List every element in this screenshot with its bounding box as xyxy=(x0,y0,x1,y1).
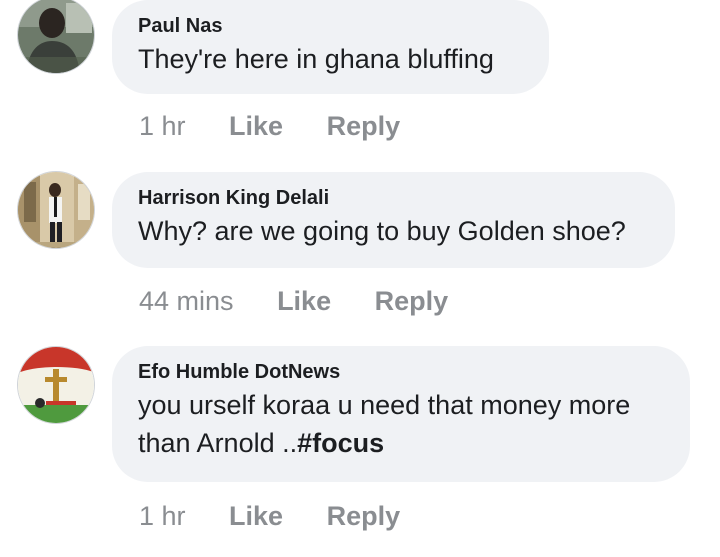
cross-logo-icon xyxy=(18,347,94,423)
person-standing-photo-avatar[interactable] xyxy=(17,171,95,249)
comment-bubble: Paul Nas They're here in ghana bluffing xyxy=(112,0,549,94)
comment-text: They're here in ghana bluffing xyxy=(138,44,494,74)
comment-author[interactable]: Harrison King Delali xyxy=(138,186,649,210)
comment-actions: 44 mins Like Reply xyxy=(139,285,448,317)
person-photo-avatar[interactable] xyxy=(17,0,95,74)
comment-text-line: you urself koraa u need that money more xyxy=(138,390,631,420)
person-photo-icon xyxy=(18,0,94,73)
hashtag-link[interactable]: #focus xyxy=(297,428,384,458)
comment-bubble: Efo Humble DotNews you urself koraa u ne… xyxy=(112,346,690,482)
comment-text-line: than Arnold .. xyxy=(138,428,298,458)
comment-actions: 1 hr Like Reply xyxy=(139,110,400,142)
like-button[interactable]: Like xyxy=(277,285,331,317)
comment-text: you urself koraa u need that money more … xyxy=(138,386,664,462)
comment-author[interactable]: Efo Humble DotNews xyxy=(138,360,664,384)
reply-button[interactable]: Reply xyxy=(327,110,401,142)
comment-bubble: Harrison King Delali Why? are we going t… xyxy=(112,172,675,268)
comment-text: Why? are we going to buy Golden shoe? xyxy=(138,216,626,246)
like-button[interactable]: Like xyxy=(229,110,283,142)
like-button[interactable]: Like xyxy=(229,500,283,532)
comment-time[interactable]: 1 hr xyxy=(139,500,186,532)
reply-button[interactable]: Reply xyxy=(327,500,401,532)
person-standing-photo-icon xyxy=(18,172,94,248)
comment-time[interactable]: 44 mins xyxy=(139,285,234,317)
reply-button[interactable]: Reply xyxy=(375,285,449,317)
comment-time[interactable]: 1 hr xyxy=(139,110,186,142)
comment-actions: 1 hr Like Reply xyxy=(139,500,400,532)
comment-author[interactable]: Paul Nas xyxy=(138,14,523,38)
cross-logo-avatar[interactable] xyxy=(17,346,95,424)
